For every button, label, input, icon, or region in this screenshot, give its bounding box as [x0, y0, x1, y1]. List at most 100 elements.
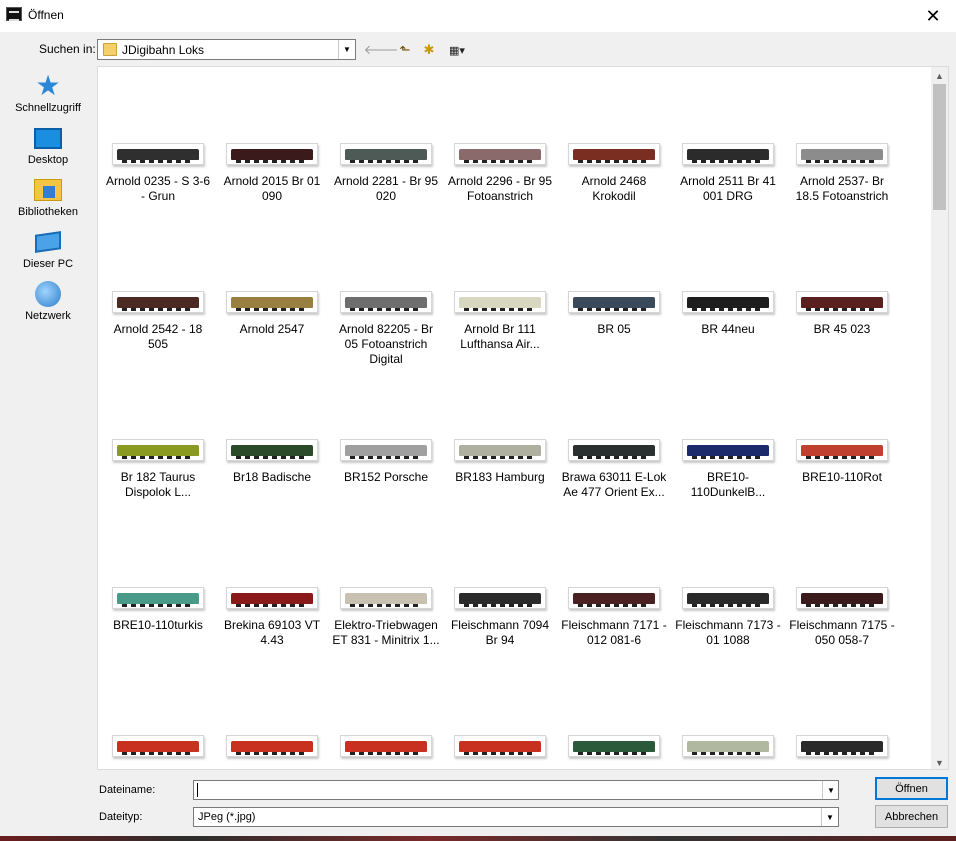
scroll-down-icon[interactable]: ▼	[931, 754, 948, 769]
locomotive-image	[345, 593, 427, 607]
place-label: Desktop	[27, 154, 69, 166]
file-item[interactable]: BR152 Porsche	[329, 439, 443, 587]
file-item[interactable]: Arnold 2468 Krokodil	[557, 143, 671, 291]
filename-dropdown-icon[interactable]: ▼	[822, 781, 839, 799]
file-item[interactable]: BRE10-110Rot	[785, 439, 899, 587]
back-arrow-icon[interactable]: 🡐	[364, 42, 399, 58]
file-name: Arnold 2015 Br 01 090	[223, 174, 321, 203]
file-item[interactable]: BRE10-110DunkelB...	[671, 439, 785, 587]
file-name: Arnold 2537- Br 18.5 Fotoanstrich	[795, 174, 889, 203]
file-item[interactable]	[671, 735, 785, 769]
locomotive-image	[231, 741, 313, 755]
scroll-up-icon[interactable]: ▲	[931, 67, 948, 84]
file-name: BR 45 023	[813, 322, 871, 336]
file-item[interactable]: Arnold 2547	[215, 291, 329, 439]
file-item[interactable]: Arnold 82205 - Br 05 Fotoanstrich Digita…	[329, 291, 443, 439]
file-thumbnail	[226, 735, 318, 757]
file-item[interactable]: Br 182 Taurus Dispolok L...	[101, 439, 215, 587]
file-item[interactable]	[557, 735, 671, 769]
scroll-thumb[interactable]	[933, 84, 946, 210]
close-button[interactable]: ✕	[910, 0, 956, 32]
file-thumbnail	[226, 587, 318, 609]
file-list-view[interactable]: ▲ ▼ Arnold 0235 - S 3-6 - Grun Arnold 201…	[97, 66, 949, 770]
locomotive-image	[231, 445, 313, 459]
locomotive-image	[801, 149, 883, 163]
file-thumbnail	[454, 439, 546, 461]
new-folder-icon[interactable]: ✱	[420, 42, 438, 58]
file-name: BR 44neu	[701, 322, 755, 336]
file-name: Arnold 2281 - Br 95 020	[333, 174, 439, 203]
file-item[interactable]: Brawa 63011 E-Lok Ae 477 Orient Ex...	[557, 439, 671, 587]
file-item[interactable]	[443, 735, 557, 769]
file-item[interactable]: Arnold 2537- Br 18.5 Fotoanstrich	[785, 143, 899, 291]
desktop-icon-glyph	[34, 127, 62, 149]
file-item[interactable]: Arnold 2015 Br 01 090	[215, 143, 329, 291]
chevron-down-icon[interactable]: ▼	[821, 808, 838, 826]
file-item[interactable]: BR 44neu	[671, 291, 785, 439]
locomotive-image	[459, 149, 541, 163]
file-item[interactable]: Brekina 69103 VT 4.43	[215, 587, 329, 735]
file-thumbnail	[226, 291, 318, 313]
locomotive-image	[459, 741, 541, 755]
file-item[interactable]: Arnold 2511 Br 41 001 DRG	[671, 143, 785, 291]
file-name: Arnold 2547	[239, 322, 305, 336]
locomotive-image	[801, 593, 883, 607]
file-name: Fleischmann 7171 - 012 081-6	[561, 618, 667, 647]
file-item[interactable]	[329, 735, 443, 769]
file-thumbnail	[340, 587, 432, 609]
open-button[interactable]: Öffnen	[875, 777, 948, 800]
file-item[interactable]	[785, 735, 899, 769]
file-name: Fleischmann 7094 Br 94	[450, 618, 550, 647]
chevron-down-icon[interactable]: ▼	[338, 40, 355, 59]
file-item[interactable]: Arnold 2296 - Br 95 Fotoanstrich	[443, 143, 557, 291]
place-schnellzugriff[interactable]: ★ Schnellzugriff	[0, 68, 96, 120]
file-name: BR 05	[597, 322, 631, 336]
up-folder-icon[interactable]: ⬑	[396, 42, 414, 58]
place-label: Dieser PC	[22, 258, 74, 270]
file-item[interactable]: Arnold 2281 - Br 95 020	[329, 143, 443, 291]
file-item[interactable]: Elektro-Triebwagen ET 831 - Minitrix 1..…	[329, 587, 443, 735]
filename-input[interactable]	[193, 780, 839, 800]
file-name: BRE10-110DunkelB...	[690, 470, 766, 499]
file-item[interactable]: BR 45 023	[785, 291, 899, 439]
file-item[interactable]: BR 05	[557, 291, 671, 439]
file-item[interactable]: Arnold 2542 - 18 505	[101, 291, 215, 439]
file-item[interactable]	[215, 735, 329, 769]
file-thumbnail	[568, 143, 660, 165]
place-desktop[interactable]: Desktop	[0, 120, 96, 172]
file-item[interactable]: Fleischmann 7094 Br 94	[443, 587, 557, 735]
file-item[interactable]: Arnold 0235 - S 3-6 - Grun	[101, 143, 215, 291]
file-item[interactable]: Fleischmann 7171 - 012 081-6	[557, 587, 671, 735]
file-thumbnail	[796, 735, 888, 757]
locomotive-image	[573, 149, 655, 163]
look-in-combo[interactable]: JDigibahn Loks ▼	[97, 39, 356, 60]
file-thumbnail	[340, 439, 432, 461]
locomotive-image	[117, 297, 199, 311]
vertical-scrollbar[interactable]: ▲ ▼	[931, 67, 948, 769]
view-menu-icon[interactable]: ▦▾	[444, 42, 470, 58]
locomotive-image	[801, 741, 883, 755]
locomotive-image	[231, 149, 313, 163]
file-item[interactable]: Fleischmann 7173 - 01 1088	[671, 587, 785, 735]
cancel-button[interactable]: Abbrechen	[875, 805, 948, 828]
locomotive-image	[573, 445, 655, 459]
file-item[interactable]: BR183 Hamburg	[443, 439, 557, 587]
locomotive-image	[231, 297, 313, 311]
file-item[interactable]: Arnold Br 111 Lufthansa Air...	[443, 291, 557, 439]
file-thumbnail	[796, 587, 888, 609]
file-item[interactable]: Br18 Badische	[215, 439, 329, 587]
place-bibliotheken[interactable]: Bibliotheken	[0, 172, 96, 224]
file-item[interactable]	[101, 735, 215, 769]
window-title: Öffnen	[28, 8, 64, 22]
place-netzwerk[interactable]: Netzwerk	[0, 276, 96, 328]
file-item[interactable]: Fleischmann 7175 - 050 058-7	[785, 587, 899, 735]
locomotive-image	[117, 149, 199, 163]
place-dieser-pc[interactable]: Dieser PC	[0, 224, 96, 276]
file-item[interactable]: BRE10-110turkis	[101, 587, 215, 735]
file-thumbnail	[568, 587, 660, 609]
filetype-combo[interactable]: JPeg (*.jpg) ▼	[193, 807, 839, 827]
file-thumbnail	[454, 587, 546, 609]
locomotive-image	[573, 593, 655, 607]
file-name: BRE10-110Rot	[802, 470, 882, 484]
file-thumbnail	[226, 143, 318, 165]
